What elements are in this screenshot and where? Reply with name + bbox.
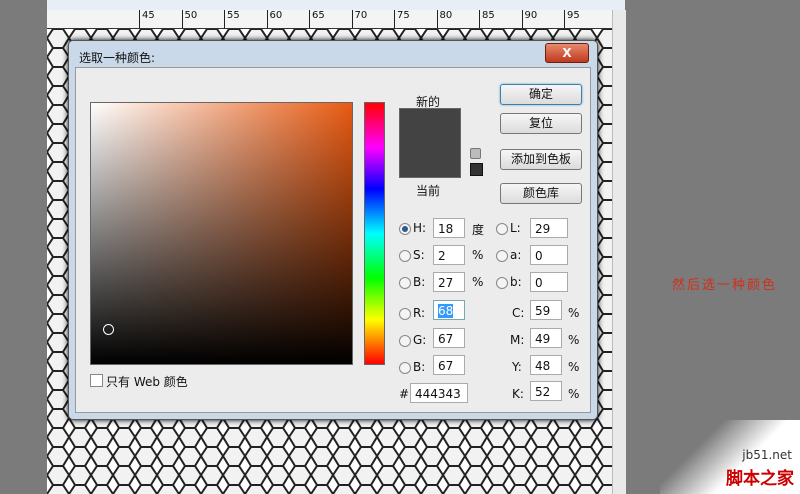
web-only-label: 只有 Web 颜色	[106, 375, 188, 389]
input-lab-b[interactable]: 0	[530, 272, 568, 292]
ruler-tick: 85	[479, 10, 495, 28]
label-r: R:	[413, 306, 426, 320]
input-g[interactable]: 67	[433, 328, 465, 348]
color-preview	[399, 108, 461, 178]
add-to-swatches-button[interactable]: 添加到色板	[500, 149, 582, 170]
watermark: jb51.net 脚本之家	[660, 420, 800, 494]
watermark-url: jb51.net	[742, 448, 792, 462]
input-y[interactable]: 48	[530, 355, 562, 375]
reset-button[interactable]: 复位	[500, 113, 582, 134]
radio-g[interactable]	[399, 335, 411, 347]
input-hex[interactable]: 444343	[410, 383, 468, 403]
radio-a[interactable]	[496, 250, 508, 262]
label-h: H:	[413, 221, 427, 235]
label-m: M:	[510, 333, 525, 347]
radio-h[interactable]	[399, 223, 411, 235]
label-y: Y:	[512, 360, 522, 374]
label-a: a:	[510, 248, 522, 262]
ruler-tick: 50	[181, 10, 197, 28]
input-r-selection: 68	[438, 304, 454, 318]
vertical-scrollbar[interactable]	[612, 10, 626, 494]
label-c: C:	[512, 306, 525, 320]
horizontal-ruler: 45 50 55 60 65 70 75 80 85 90 95	[47, 10, 612, 29]
web-safe-swatch-icon[interactable]	[470, 163, 483, 176]
hue-slider[interactable]	[364, 102, 385, 365]
color-picker-dialog: 选取一种颜色: X 新的 当前 确定 复位 添加到色板 颜色库 H: 18 度 …	[68, 40, 598, 420]
input-l[interactable]: 29	[530, 218, 568, 238]
watermark-name: 脚本之家	[726, 469, 794, 489]
annotation-text: 然后选一种颜色	[672, 278, 778, 293]
label-l: L:	[510, 221, 521, 235]
unit-c: %	[568, 306, 580, 320]
ruler-tick: 80	[436, 10, 452, 28]
label-k: K:	[512, 387, 524, 401]
radio-r[interactable]	[399, 308, 411, 320]
ruler-tick: 55	[224, 10, 240, 28]
unit-y: %	[568, 360, 580, 374]
gamut-warning-icon[interactable]	[470, 148, 481, 159]
ruler-tick: 70	[351, 10, 367, 28]
current-label: 当前	[416, 184, 441, 198]
unit-s: %	[472, 248, 484, 262]
color-libraries-button[interactable]: 颜色库	[500, 183, 582, 204]
unit-b: %	[472, 275, 484, 289]
close-button[interactable]: X	[545, 43, 589, 63]
input-b2[interactable]: 67	[433, 355, 465, 375]
label-hex: #	[399, 387, 410, 401]
new-color-swatch	[400, 109, 460, 143]
input-c[interactable]: 59	[530, 300, 562, 320]
current-color-swatch[interactable]	[400, 143, 460, 177]
label-lab-b: b:	[510, 275, 522, 289]
web-only-checkbox[interactable]	[90, 374, 103, 387]
ruler-tick: 75	[394, 10, 410, 28]
input-b[interactable]: 27	[433, 272, 465, 292]
input-r[interactable]: 68	[433, 300, 465, 320]
ok-button[interactable]: 确定	[500, 84, 582, 105]
radio-b[interactable]	[399, 277, 411, 289]
input-h[interactable]: 18	[433, 218, 465, 238]
unit-h: 度	[472, 223, 485, 237]
label-b: B:	[413, 275, 426, 289]
ruler-tick: 45	[139, 10, 155, 28]
input-s[interactable]: 2	[433, 245, 465, 265]
input-m[interactable]: 49	[530, 328, 562, 348]
radio-l[interactable]	[496, 223, 508, 235]
input-a[interactable]: 0	[530, 245, 568, 265]
unit-m: %	[568, 333, 580, 347]
ruler-tick: 60	[266, 10, 282, 28]
dialog-body: 新的 当前 确定 复位 添加到色板 颜色库 H: 18 度 S: 2 % B: …	[75, 67, 591, 413]
unit-k: %	[568, 387, 580, 401]
ruler-tick: 90	[521, 10, 537, 28]
radio-b2[interactable]	[399, 362, 411, 374]
label-s: S:	[413, 248, 425, 262]
color-field[interactable]	[90, 102, 353, 365]
dialog-title: 选取一种颜色:	[79, 51, 156, 65]
input-k[interactable]: 52	[530, 381, 562, 401]
ruler-tick: 95	[564, 10, 580, 28]
label-g: G:	[413, 333, 427, 347]
ruler-tick: 65	[309, 10, 325, 28]
radio-lab-b[interactable]	[496, 277, 508, 289]
label-b2: B:	[413, 360, 426, 374]
radio-s[interactable]	[399, 250, 411, 262]
color-marker[interactable]	[103, 324, 114, 335]
